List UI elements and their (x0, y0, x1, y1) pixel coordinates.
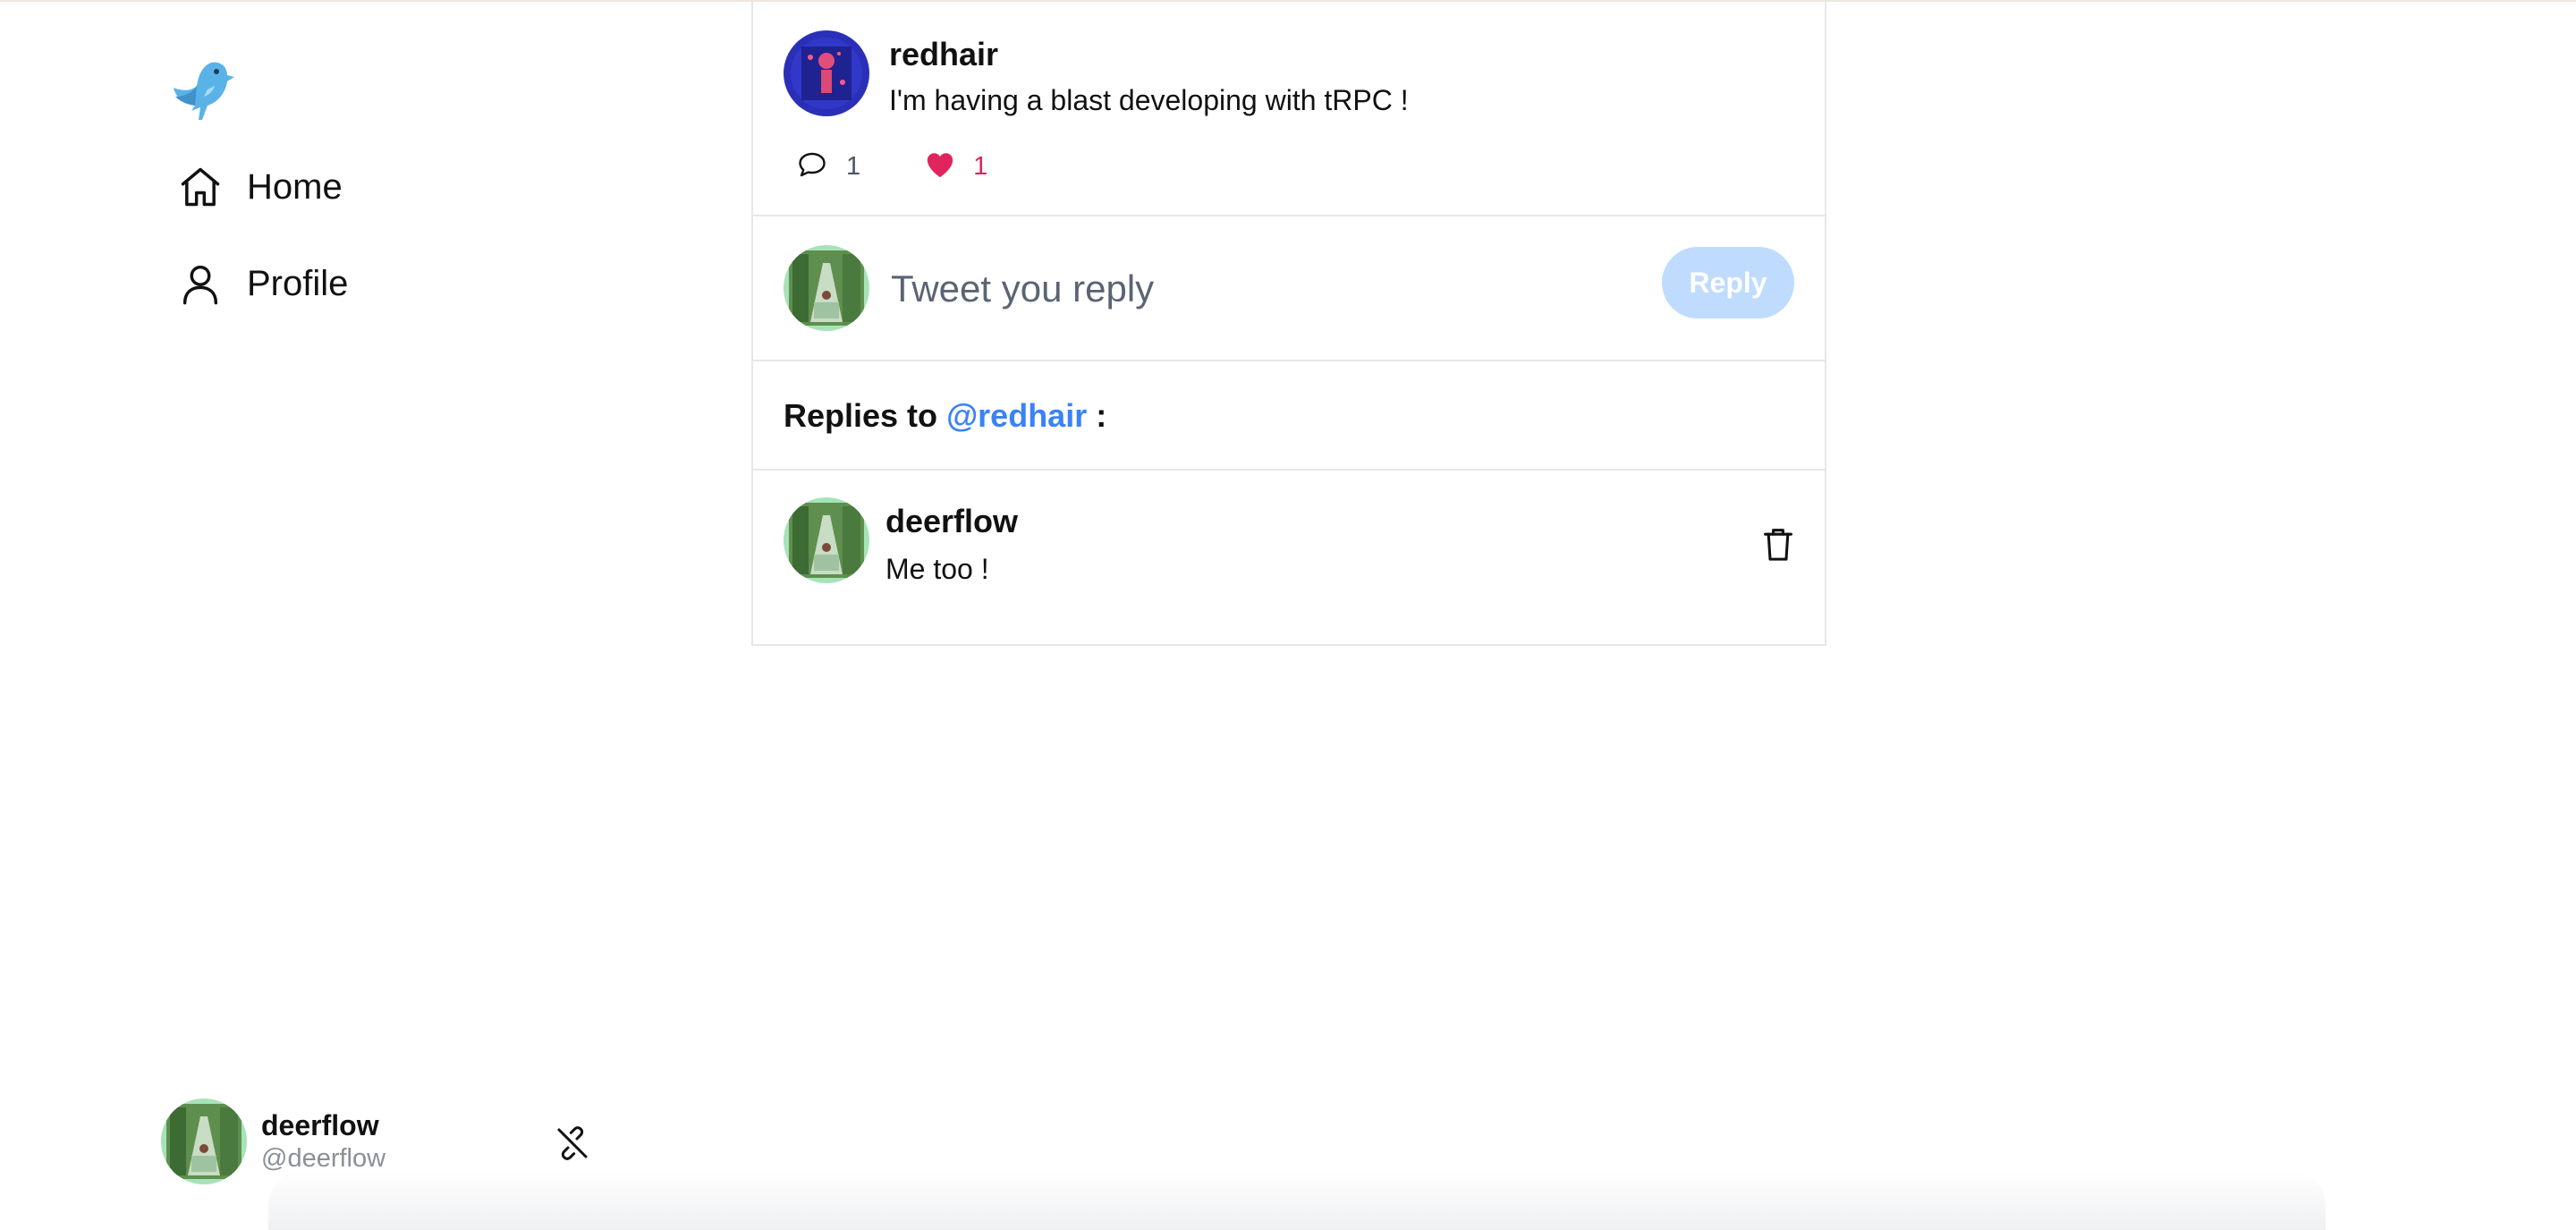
main-column: redhair I'm having a blast developing wi… (751, 0, 1826, 646)
nav-home[interactable]: Home (175, 156, 343, 218)
user-icon (175, 259, 225, 309)
reply-item[interactable]: deerflow Me too ! (753, 471, 1825, 640)
like-count: 1 (973, 152, 988, 181)
tweet-actions: 1 1 (796, 148, 987, 185)
comment-button[interactable]: 1 (796, 148, 860, 185)
nav-home-label: Home (247, 166, 343, 207)
replies-title-suffix: : (1096, 397, 1107, 434)
reply-author[interactable]: deerflow (886, 503, 1018, 540)
bird-logo-icon[interactable] (172, 57, 234, 122)
reply-input[interactable] (889, 256, 1501, 322)
avatar[interactable] (784, 30, 869, 116)
tweet-card[interactable]: redhair I'm having a blast developing wi… (753, 0, 1825, 216)
like-button[interactable]: 1 (925, 150, 987, 183)
reply-text: Me too ! (886, 553, 989, 585)
reply-composer: Reply (753, 216, 1825, 361)
trash-icon[interactable] (1762, 526, 1794, 562)
reply-button[interactable]: Reply (1662, 247, 1794, 318)
bottom-edge-shadow (268, 1170, 2326, 1230)
mention-link[interactable]: @redhair (946, 397, 1087, 434)
account-name: deerflow (261, 1109, 379, 1141)
replies-header: Replies to @redhair : (753, 361, 1825, 471)
avatar[interactable] (784, 497, 869, 583)
replies-title: Replies to @redhair : (784, 397, 1106, 435)
nav-profile[interactable]: Profile (175, 252, 348, 315)
nav-profile-label: Profile (247, 263, 349, 303)
tweet-author[interactable]: redhair (889, 36, 998, 73)
home-icon (175, 162, 225, 212)
heart-icon (925, 150, 955, 183)
avatar (784, 245, 869, 331)
avatar (161, 1099, 247, 1184)
comment-icon (796, 148, 828, 185)
unlink-icon[interactable] (555, 1125, 590, 1161)
comment-count: 1 (846, 152, 861, 181)
tweet-text: I'm having a blast developing with tRPC … (889, 84, 1409, 116)
replies-title-prefix: Replies to (784, 397, 938, 434)
